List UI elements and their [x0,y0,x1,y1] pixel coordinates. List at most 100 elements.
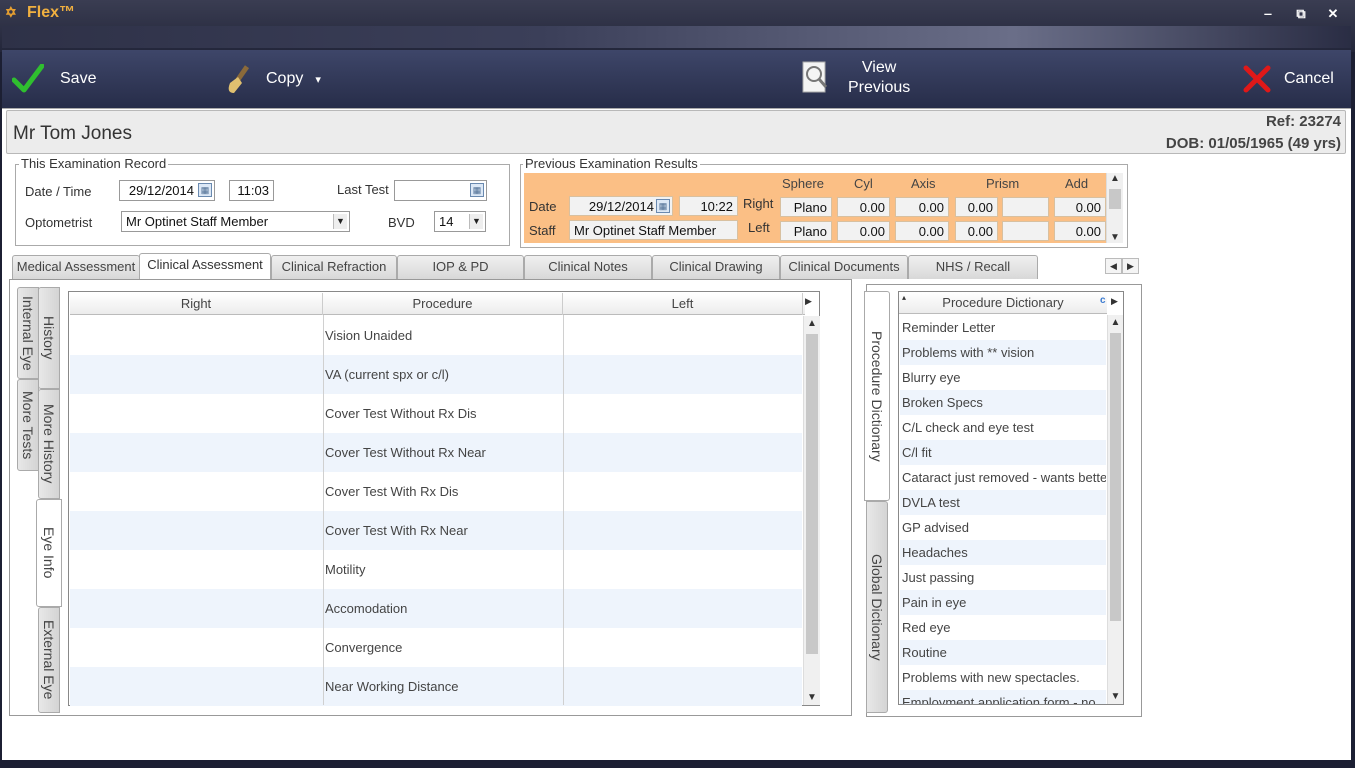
copy-dropdown-arrow-icon[interactable]: ▾ [315,73,321,86]
list-item[interactable]: Employment application form - no [900,690,1106,704]
vtab-global-dictionary[interactable]: Global Dictionary [866,501,888,713]
list-item[interactable]: Problems with ** vision [900,340,1106,365]
table-row[interactable]: Cover Test Without Rx Near [70,433,802,472]
list-item[interactable]: Just passing [900,565,1106,590]
vtab-external-eye[interactable]: External Eye [38,607,60,713]
list-item[interactable]: Routine [900,640,1106,665]
copy-button[interactable]: Copy ▾ [224,63,321,95]
vtab-history[interactable]: History [38,287,60,389]
table-row[interactable]: Cover Test With Rx Dis [70,472,802,511]
list-item[interactable]: Cataract just removed - wants better [900,465,1106,490]
refresh-icon[interactable]: c [1100,295,1106,306]
tab-nhs-recall[interactable]: NHS / Recall [908,255,1038,279]
list-item[interactable]: DVLA test [900,490,1106,515]
prev-date-value: 29/12/2014 [588,199,654,214]
left-eye-label: Left [748,220,770,235]
exam-date-field[interactable]: 29/12/2014 ▦ [119,180,215,201]
table-row[interactable]: Accomodation [70,589,802,628]
column-chooser-icon[interactable]: ▶ [1111,296,1118,307]
table-row[interactable]: Cover Test Without Rx Dis [70,394,802,433]
list-item[interactable]: Broken Specs [900,390,1106,415]
list-item[interactable]: C/l fit [900,440,1106,465]
tab-scroll-left-icon[interactable]: ◀ [1105,258,1122,274]
optometrist-select[interactable]: Mr Optinet Staff Member ▼ [121,211,350,232]
exam-time-field[interactable]: 11:03 [229,180,274,201]
grid-header-right[interactable]: Right [70,293,323,315]
tab-clinical-assessment[interactable]: Clinical Assessment [139,253,271,279]
toolbar: Save Copy ▾ View Previous Cancel [2,50,1351,108]
last-test-field[interactable]: ▦ [394,180,487,201]
grid-header-left[interactable]: Left [563,293,803,315]
cancel-button[interactable]: Cancel [1242,64,1334,94]
row-procedure: Cover Test With Rx Dis [325,484,459,499]
tab-clinical-notes[interactable]: Clinical Notes [524,255,652,279]
tab-iop-pd[interactable]: IOP & PD [397,255,524,279]
vtab-procedure-dictionary[interactable]: Procedure Dictionary [864,291,890,501]
tab-medical-assessment[interactable]: Medical Assessment [12,255,140,279]
tab-clinical-refraction[interactable]: Clinical Refraction [271,255,397,279]
save-button[interactable]: Save [11,63,96,94]
sphere-header: Sphere [782,176,824,191]
bvd-select[interactable]: 14 ▼ [434,211,486,232]
previous-results-scrollbar[interactable]: ▲ ▼ [1106,173,1123,243]
optometrist-value: Mr Optinet Staff Member [126,214,269,229]
chevron-down-icon[interactable]: ▼ [333,214,347,229]
patient-name: Mr Tom Jones [13,123,132,144]
exam-record-legend: This Examination Record [19,156,169,171]
view-previous-button[interactable]: View Previous [800,58,910,98]
row-procedure: Near Working Distance [325,679,459,694]
scroll-down-icon[interactable]: ▼ [1107,232,1123,243]
table-row[interactable]: Vision Unaided [70,316,802,355]
vtab-internal-eye[interactable]: Internal Eye [17,287,39,379]
left-cyl: 0.00 [837,221,890,241]
row-right-value[interactable] [72,316,322,355]
restore-button[interactable]: ⧉ [1293,6,1309,22]
list-item[interactable]: Blurry eye [900,365,1106,390]
list-item[interactable]: Reminder Letter [900,315,1106,340]
calendar-icon[interactable]: ▦ [198,183,212,197]
list-item[interactable]: C/L check and eye test [900,415,1106,440]
tab-clinical-drawing[interactable]: Clinical Drawing [652,255,780,279]
dictionary-scrollbar[interactable]: ▲ ▼ [1107,315,1123,704]
scroll-up-icon[interactable]: ▲ [804,318,820,329]
vtab-global-dictionary-label: Global Dictionary [869,553,885,661]
list-item[interactable]: Pain in eye [900,590,1106,615]
list-item[interactable]: Red eye [900,615,1106,640]
vtab-more-tests[interactable]: More Tests [17,379,39,471]
vtab-more-history-label: More History [41,404,57,484]
table-row[interactable]: Near Working Distance [70,667,802,706]
grid-scrollbar[interactable]: ▲ ▼ [803,316,820,705]
table-row[interactable]: Cover Test With Rx Near [70,511,802,550]
list-item[interactable]: GP advised [900,515,1106,540]
table-row[interactable]: Convergence [70,628,802,667]
vtab-eye-info[interactable]: Eye Info [36,499,62,607]
tab-scroll-right-icon[interactable]: ▶ [1122,258,1139,274]
calendar-icon[interactable]: ▦ [470,183,484,197]
list-item[interactable]: Headaches [900,540,1106,565]
close-window-button[interactable]: ✕ [1325,6,1341,22]
table-row[interactable]: Motility [70,550,802,589]
minimize-button[interactable]: ‒ [1260,6,1276,21]
row-procedure: Vision Unaided [325,328,413,343]
scroll-up-icon[interactable]: ▲ [1107,173,1123,184]
list-item[interactable]: Problems with new spectacles. [900,665,1106,690]
sort-icon[interactable]: ▴ [902,293,906,302]
scroll-thumb[interactable] [1109,189,1121,209]
scroll-down-icon[interactable]: ▼ [1108,691,1123,702]
scroll-down-icon[interactable]: ▼ [804,692,820,703]
scroll-up-icon[interactable]: ▲ [1108,317,1123,328]
scroll-thumb[interactable] [806,334,818,654]
dictionary-header[interactable]: Procedure Dictionary [899,292,1107,314]
main-area: Mr Tom Jones Ref: 23274 DOB: 01/05/1965 … [2,108,1351,760]
right-prism: 0.00 [955,197,998,217]
chevron-down-icon[interactable]: ▼ [469,214,483,229]
cancel-label: Cancel [1284,70,1334,87]
prev-date-field: 29/12/2014 ▦ [569,196,673,216]
grid-header-procedure[interactable]: Procedure [323,293,563,315]
exam-record-group [15,164,510,246]
column-chooser-icon[interactable]: ▶ [805,296,812,307]
tab-clinical-documents[interactable]: Clinical Documents [780,255,908,279]
scroll-thumb[interactable] [1110,333,1121,621]
table-row[interactable]: VA (current spx or c/l) [70,355,802,394]
vtab-more-history[interactable]: More History [38,389,60,499]
